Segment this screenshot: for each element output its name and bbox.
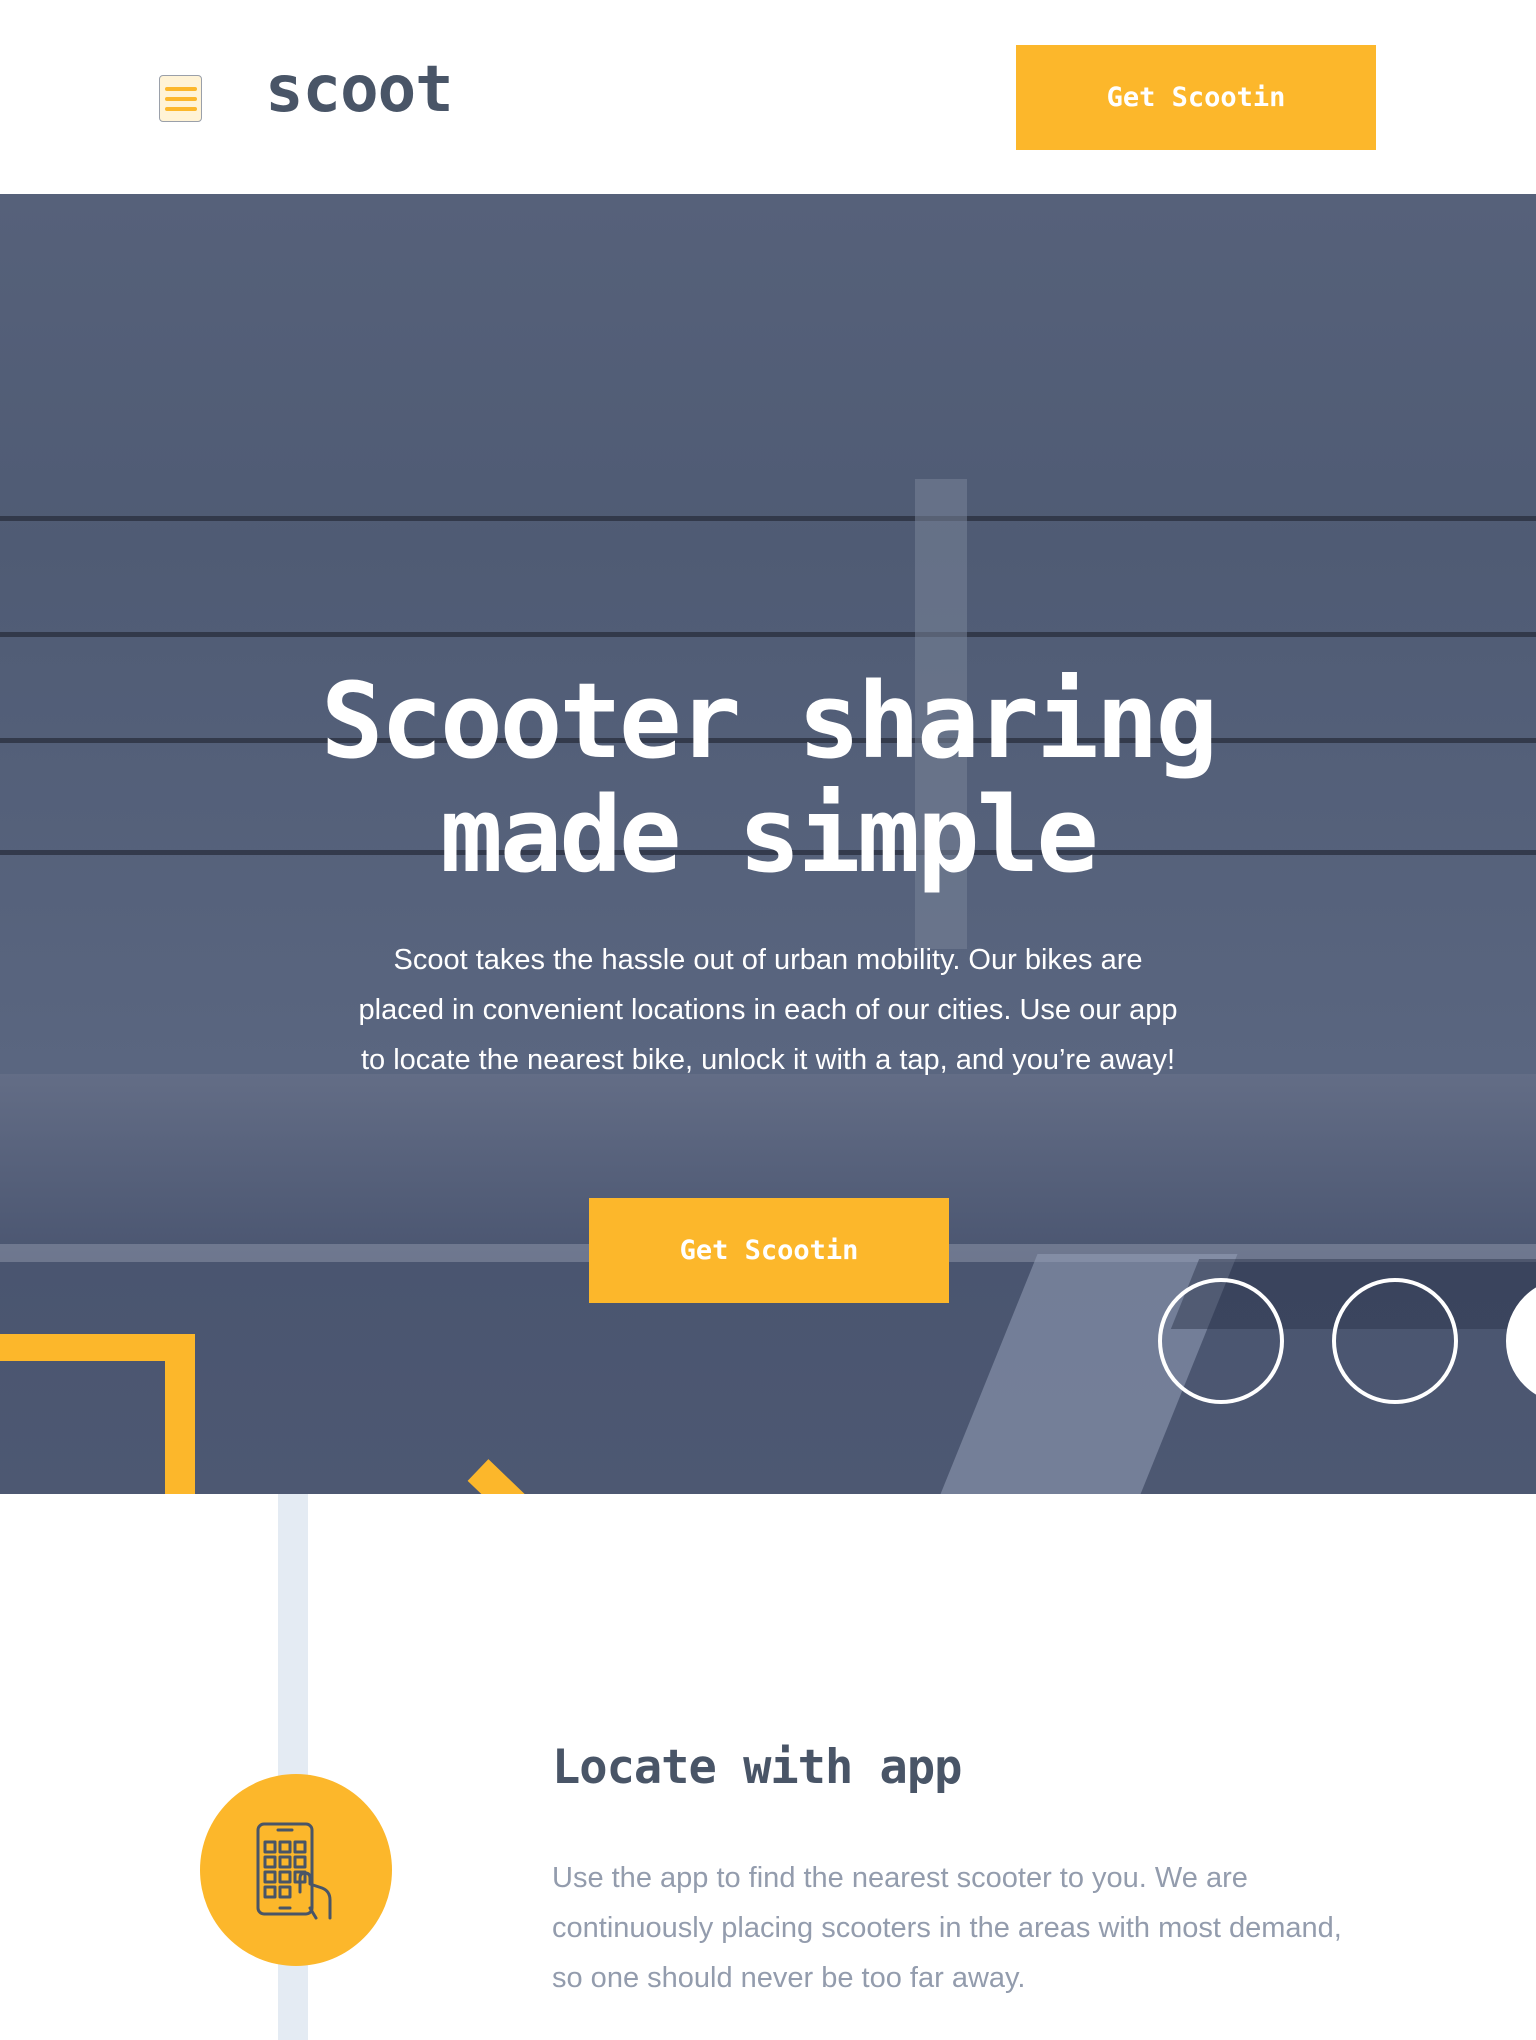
logo[interactable]: scoot <box>265 58 454 122</box>
hero-title-line-2: made simple <box>440 774 1099 896</box>
decorative-circle <box>1158 1278 1284 1404</box>
decorative-circle <box>1332 1278 1458 1404</box>
hero-get-scootin-button[interactable]: Get Scootin <box>589 1198 949 1303</box>
hero-background-rope <box>0 632 1536 637</box>
phone-tap-icon <box>256 1822 332 1920</box>
hero-section: Scooter sharing made simple Scoot takes … <box>0 194 1536 1494</box>
hero-title-line-1: Scooter sharing <box>320 660 1218 782</box>
feature-description: Use the app to find the nearest scooter … <box>552 1862 1342 1994</box>
hero-description: Scoot takes the hassle out of urban mobi… <box>358 944 1178 1076</box>
feature-title: Locate with app <box>552 1740 962 1795</box>
site-header: scoot Get Scootin <box>0 0 1536 194</box>
get-scootin-button[interactable]: Get Scootin <box>1016 45 1376 150</box>
hero-title: Scooter sharing made simple <box>0 664 1536 892</box>
hamburger-icon[interactable] <box>159 75 202 122</box>
feature-icon-badge <box>200 1774 392 1966</box>
hero-background-rope <box>0 516 1536 521</box>
arrow-right-icon <box>0 1334 525 1494</box>
